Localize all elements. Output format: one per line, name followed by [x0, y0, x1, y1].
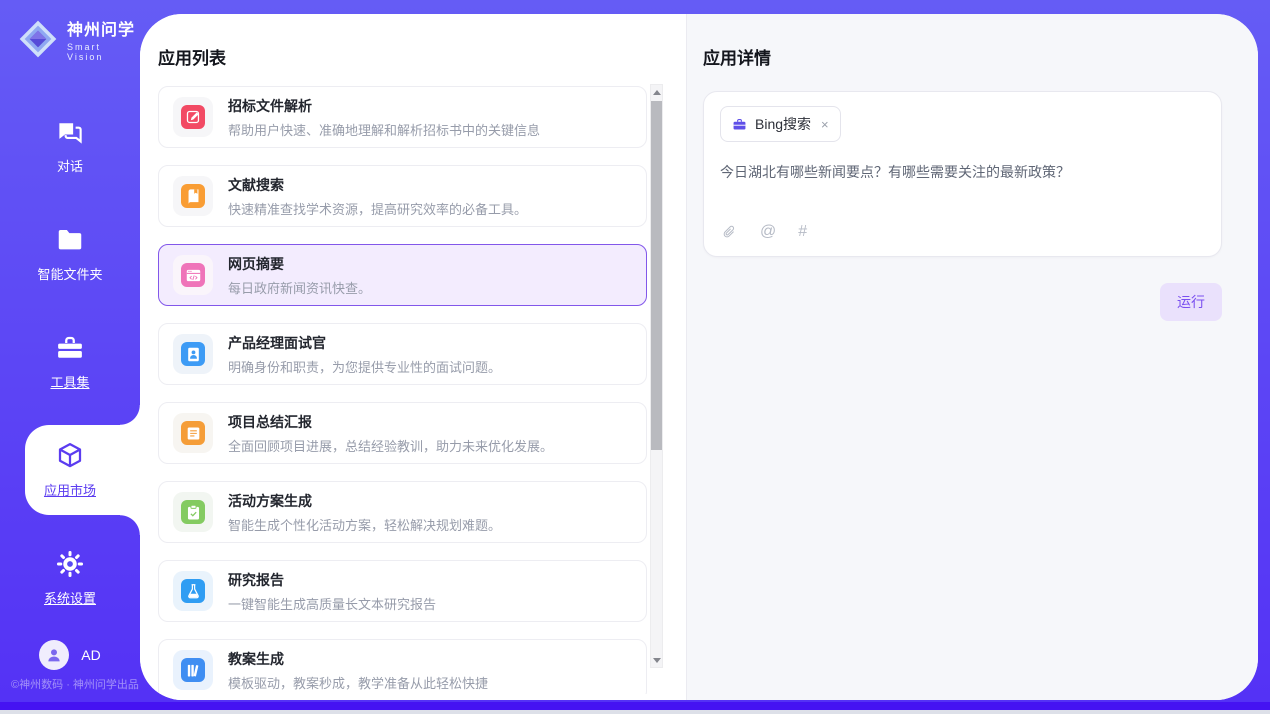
clipboard-check-icon: [181, 500, 205, 524]
flask-icon-wrap: [173, 571, 213, 611]
sidebar-item-system-settings[interactable]: 系统设置: [0, 524, 140, 632]
app-item-title: 招标文件解析: [228, 96, 540, 116]
app-item-title: 研究报告: [228, 570, 436, 590]
book-icon-wrap: [173, 176, 213, 216]
app-item-title: 项目总结汇报: [228, 412, 553, 432]
flask-icon: [181, 579, 205, 603]
clipboard-check-icon-wrap: [173, 492, 213, 532]
brand-name: 神州问学: [67, 16, 140, 40]
attachment-icon[interactable]: [722, 224, 738, 240]
list-scrollbar[interactable]: [650, 84, 663, 668]
sidebar: 神州问学 Smart Vision 对话 智能文件夹 工具集 应用市场 系统设置…: [0, 0, 140, 706]
sidebar-item-label: 对话: [57, 156, 83, 175]
app-item-activity-plan[interactable]: 活动方案生成 智能生成个性化活动方案，轻松解决规划难题。: [158, 481, 647, 543]
app-item-title: 活动方案生成: [228, 491, 501, 511]
app-item-bid-document-parse[interactable]: 招标文件解析 帮助用户快速、准确地理解和解析招标书中的关键信息: [158, 86, 647, 148]
chat-icon: [55, 117, 85, 147]
content-card: 应用列表 招标文件解析 帮助用户快速、准确地理解和解析招标书中的关键信息 文献搜…: [140, 14, 1258, 700]
sidebar-item-chat[interactable]: 对话: [0, 92, 140, 200]
app-item-description: 智能生成个性化活动方案，轻松解决规划难题。: [228, 515, 501, 534]
sidebar-item-label: 系统设置: [44, 588, 96, 607]
tool-tag-label: Bing搜索: [755, 114, 811, 134]
remove-tag-icon[interactable]: ×: [821, 117, 829, 132]
app-list-panel: 应用列表 招标文件解析 帮助用户快速、准确地理解和解析招标书中的关键信息 文献搜…: [140, 14, 686, 700]
app-item-web-summary[interactable]: 网页摘要 每日政府新闻资讯快查。: [158, 244, 647, 306]
app-item-pm-interviewer[interactable]: 产品经理面试官 明确身份和职责，为您提供专业性的面试问题。: [158, 323, 647, 385]
sidebar-item-label: 应用市场: [44, 480, 96, 499]
sidebar-nav: 对话 智能文件夹 工具集 应用市场 系统设置: [0, 92, 140, 632]
app-item-description: 每日政府新闻资讯快查。: [228, 278, 371, 297]
mention-icon[interactable]: @: [760, 224, 776, 240]
app-item-description: 快速精准查找学术资源，提高研究效率的必备工具。: [228, 199, 527, 218]
bottom-accent-strip: [0, 702, 1270, 710]
browser-icon-wrap: [173, 255, 213, 295]
scroll-up-icon: [653, 90, 661, 95]
app-item-literature-search[interactable]: 文献搜索 快速精准查找学术资源，提高研究效率的必备工具。: [158, 165, 647, 227]
toolbox-icon: [55, 333, 85, 363]
folder-icon: [55, 225, 85, 255]
cube-icon: [55, 441, 85, 471]
copyright-text: ©神州数码 · 神州问学出品: [0, 676, 150, 692]
avatar[interactable]: [39, 640, 69, 670]
app-item-lesson-plan[interactable]: 教案生成 模板驱动，教案秒成，教学准备从此轻松快捷: [158, 639, 647, 694]
books-icon-wrap: [173, 650, 213, 690]
app-list: 招标文件解析 帮助用户快速、准确地理解和解析招标书中的关键信息 文献搜索 快速精…: [158, 86, 647, 694]
sidebar-item-label: 智能文件夹: [37, 264, 102, 283]
app-item-title: 网页摘要: [228, 254, 371, 274]
app-item-research-report[interactable]: 研究报告 一键智能生成高质量长文本研究报告: [158, 560, 647, 622]
interview-icon: [181, 342, 205, 366]
user-initials: AD: [81, 647, 100, 663]
app-item-description: 全面回顾项目进展，总结经验教训，助力未来优化发展。: [228, 436, 553, 455]
hash-icon[interactable]: #: [798, 224, 807, 240]
brand-logo-icon: [18, 19, 58, 59]
sidebar-item-toolset[interactable]: 工具集: [0, 308, 140, 416]
app-item-title: 文献搜索: [228, 175, 527, 195]
user-account[interactable]: AD: [0, 640, 140, 670]
browser-icon: [181, 263, 205, 287]
note-icon-wrap: [173, 413, 213, 453]
scroll-down-button[interactable]: [651, 653, 662, 667]
note-icon: [181, 421, 205, 445]
prompt-card[interactable]: Bing搜索 × 今日湖北有哪些新闻要点？有哪些需要关注的最新政策？ @ #: [703, 91, 1222, 257]
pen-icon-wrap: [173, 97, 213, 137]
scroll-down-icon: [653, 658, 661, 663]
prompt-text[interactable]: 今日湖北有哪些新闻要点？有哪些需要关注的最新政策？: [720, 162, 1205, 182]
pen-icon: [181, 105, 205, 129]
app-item-title: 教案生成: [228, 649, 488, 669]
app-item-project-summary[interactable]: 项目总结汇报 全面回顾项目进展，总结经验教训，助力未来优化发展。: [158, 402, 647, 464]
interview-icon-wrap: [173, 334, 213, 374]
run-button[interactable]: 运行: [1160, 283, 1222, 321]
app-item-description: 模板驱动，教案秒成，教学准备从此轻松快捷: [228, 673, 488, 692]
app-item-description: 一键智能生成高质量长文本研究报告: [228, 594, 436, 613]
brand-subtitle: Smart Vision: [67, 42, 140, 62]
book-icon: [181, 184, 205, 208]
app-detail-title: 应用详情: [703, 44, 1222, 69]
scroll-up-button[interactable]: [651, 85, 662, 99]
gear-icon: [55, 549, 85, 579]
app-item-description: 明确身份和职责，为您提供专业性的面试问题。: [228, 357, 501, 376]
app-list-title: 应用列表: [158, 44, 226, 69]
bottom-edge-strip: [0, 710, 1270, 714]
app-item-description: 帮助用户快速、准确地理解和解析招标书中的关键信息: [228, 120, 540, 139]
tool-tag-bing-search[interactable]: Bing搜索 ×: [720, 106, 841, 142]
app-item-title: 产品经理面试官: [228, 333, 501, 353]
books-icon: [181, 658, 205, 682]
avatar-icon: [45, 646, 63, 664]
briefcase-icon: [732, 117, 747, 132]
app-detail-panel: 应用详情 Bing搜索 × 今日湖北有哪些新闻要点？有哪些需要关注的最新政策？ …: [686, 14, 1258, 700]
scrollbar-thumb[interactable]: [651, 101, 662, 450]
sidebar-item-app-market[interactable]: 应用市场: [0, 416, 140, 524]
brand-logo: 神州问学 Smart Vision: [0, 0, 140, 62]
sidebar-item-label: 工具集: [50, 372, 89, 391]
sidebar-item-smart-folders[interactable]: 智能文件夹: [0, 200, 140, 308]
